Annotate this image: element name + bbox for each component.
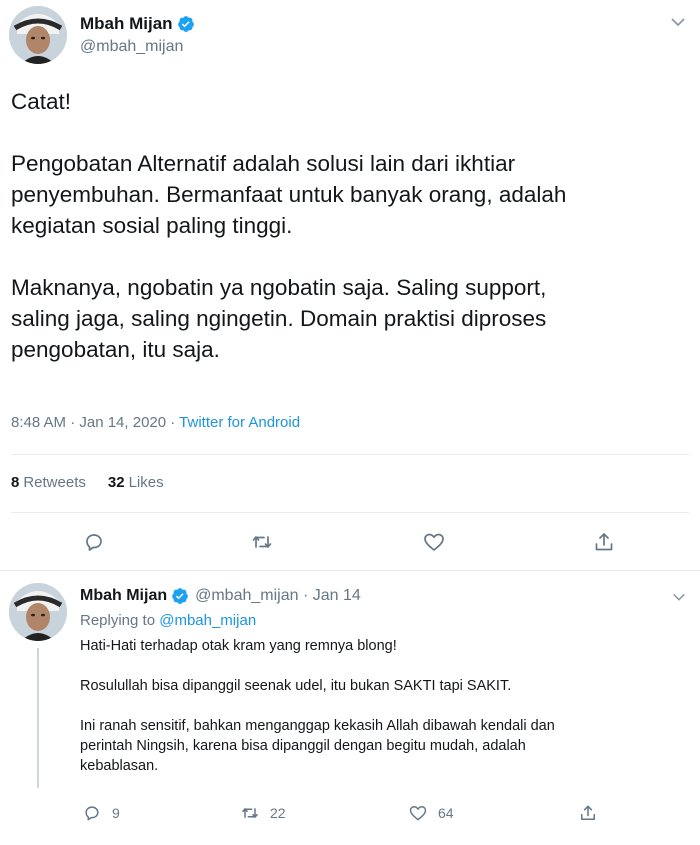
replying-prefix: Replying to — [80, 612, 160, 629]
likes-count: 32 — [107, 474, 125, 491]
divider — [11, 454, 689, 455]
avatar[interactable] — [9, 6, 67, 64]
share-icon[interactable] — [592, 530, 616, 554]
thread-line — [37, 648, 39, 788]
user-handle[interactable]: @mbah_mijan — [80, 38, 183, 56]
user-handle-date[interactable]: @mbah_mijan · Jan 14 — [195, 587, 361, 605]
replying-to-mention[interactable]: @mbah_mijan — [159, 612, 256, 629]
divider — [0, 570, 700, 571]
like-count: 64 — [438, 805, 454, 821]
retweet-icon[interactable] — [250, 530, 274, 554]
tweet-actions — [0, 530, 700, 558]
divider — [11, 512, 689, 513]
reply-button[interactable]: 9 — [82, 803, 120, 823]
share-icon — [581, 805, 595, 820]
retweet-button[interactable]: 22 — [240, 803, 286, 823]
reply-icon[interactable] — [82, 530, 106, 554]
heart-icon — [409, 806, 427, 821]
reply-count: 9 — [112, 805, 120, 821]
reply-text: Hati-Hati terhadap otak kram yang remnya… — [80, 638, 555, 774]
heart-icon[interactable] — [422, 530, 446, 554]
share-button[interactable] — [578, 803, 608, 823]
retweets-label: Retweets — [23, 474, 86, 491]
likes-label: Likes — [128, 474, 164, 491]
likes-stat[interactable]: 32 Likes — [108, 474, 164, 491]
verified-badge-icon — [177, 15, 195, 33]
author-name-row[interactable]: Mbah Mijan — [80, 14, 195, 34]
retweet-icon — [242, 808, 258, 818]
verified-badge-icon — [171, 587, 189, 605]
display-name[interactable]: Mbah Mijan — [80, 587, 167, 605]
retweets-stat[interactable]: 8 Retweets — [11, 474, 86, 491]
chevron-down-icon[interactable] — [672, 590, 686, 604]
like-button[interactable]: 64 — [408, 803, 454, 823]
chevron-down-icon[interactable] — [670, 14, 686, 30]
retweets-count: 8 — [11, 474, 20, 491]
tweet-timestamp[interactable]: 8:48 AM · Jan 14, 2020 · — [11, 414, 179, 431]
tweet-stats: 8 Retweets 32 Likes — [11, 474, 186, 491]
retweet-count: 22 — [270, 805, 286, 821]
tweet-text: Catat! Pengobatan Alternatif adalah solu… — [11, 89, 567, 362]
reply-actions: 9 22 64 — [0, 803, 700, 827]
tweet-source-link[interactable]: Twitter for Android — [179, 414, 300, 431]
tweet-detail-view: Mbah Mijan @mbah_mijan Catat! Pengobatan… — [0, 0, 700, 845]
display-name[interactable]: Mbah Mijan — [80, 14, 173, 34]
tweet-metadata: 8:48 AM · Jan 14, 2020 · Twitter for And… — [11, 414, 300, 431]
replying-to: Replying to @mbah_mijan — [80, 612, 256, 629]
reply-author-row: Mbah Mijan @mbah_mijan · Jan 14 — [80, 587, 361, 605]
avatar[interactable] — [9, 583, 67, 641]
reply-icon — [85, 806, 99, 821]
